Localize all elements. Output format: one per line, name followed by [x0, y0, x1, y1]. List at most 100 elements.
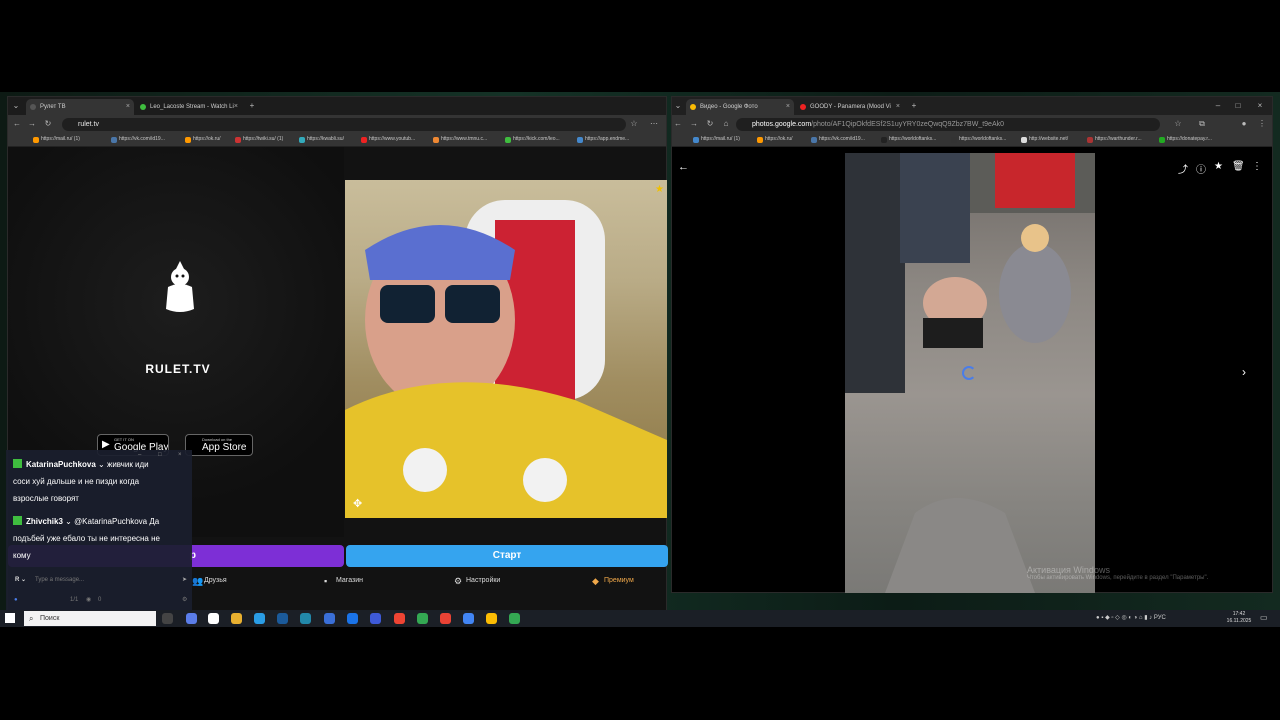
bookmark-item[interactable]: https://donatepay.r...	[1158, 134, 1228, 145]
extensions-icon[interactable]: ⧉	[1196, 118, 1208, 130]
tab-search-icon[interactable]: ⌄	[672, 100, 684, 112]
nav-friends[interactable]: 👥 Друзья	[192, 575, 227, 587]
share-icon[interactable]: ⤴	[1178, 161, 1188, 176]
nav-settings[interactable]: ⚙ Настройки	[454, 575, 500, 587]
bookmark-item[interactable]: http://website.net/	[1020, 134, 1082, 145]
send-icon[interactable]: ➤	[182, 574, 187, 586]
bookmark-item[interactable]: https://warthunder.r...	[1086, 134, 1156, 145]
move-icon[interactable]: ✥	[353, 497, 362, 510]
new-tab-icon[interactable]: +	[246, 100, 258, 112]
tab-youtube-goody[interactable]: GOODY - Panamera (Mood Vi ×	[796, 99, 904, 115]
left-tab-bar: ⌄ Рулет ТВ × Leo_Lacoste Stream - Watch …	[8, 97, 666, 115]
opera-icon[interactable]	[394, 613, 405, 624]
system-tray[interactable]: ● ▪ ◆ ▫ ◇ ◎ ◐ ◑ ⌂ ▮ ♪ РУС	[1096, 612, 1226, 625]
chrome-icon[interactable]	[509, 613, 520, 624]
back-icon[interactable]: ←	[672, 118, 684, 130]
rulet-favicon-icon	[30, 104, 36, 110]
start-button[interactable]: Старт	[346, 545, 668, 567]
chrome-icon[interactable]	[417, 613, 428, 624]
new-tab-icon[interactable]: +	[908, 100, 920, 112]
delete-icon[interactable]: 🗑	[1232, 161, 1245, 172]
tab-label: Рулет ТВ	[40, 104, 66, 110]
home-icon[interactable]: ⌂	[720, 118, 732, 130]
close-tab-icon[interactable]: ×	[786, 99, 790, 115]
terminal-icon[interactable]	[208, 613, 219, 624]
file-explorer-icon[interactable]	[231, 613, 242, 624]
photo-back-icon[interactable]: ←	[678, 161, 689, 173]
address-bar[interactable]: rulet.tv	[62, 118, 626, 131]
right-browser-window: ⌄ Видео - Google Фото × GOODY - Panamera…	[671, 96, 1273, 593]
bookmark-item[interactable]: https://vk.com/id19...	[810, 134, 876, 145]
chat-settings-gear-icon[interactable]: ⚙	[182, 594, 187, 606]
nav-shop[interactable]: ▪ Магазин	[324, 575, 363, 587]
info-icon[interactable]: ⓘ	[1196, 161, 1206, 176]
tab-rulet[interactable]: Рулет ТВ ×	[26, 99, 134, 115]
right-bookmarks-bar: https://mail.ru/ (1) https://ok.ru/ http…	[672, 133, 1272, 147]
task-view-icon[interactable]	[162, 613, 173, 624]
tab-google-photos[interactable]: Видео - Google Фото ×	[686, 99, 794, 115]
rulet-cat-logo-icon	[166, 261, 194, 312]
bookmark-item[interactable]: https://kwabli.su/	[298, 134, 358, 145]
back-icon[interactable]: ←	[11, 118, 23, 130]
chrome-icon[interactable]	[440, 613, 451, 624]
bookmark-star-icon[interactable]: ☆	[1172, 118, 1184, 130]
bookmark-item[interactable]: https://worldoftanks...	[880, 134, 948, 145]
bookmark-item[interactable]: https://vk.com/id19...	[110, 134, 182, 145]
reload-icon[interactable]: ↻	[704, 118, 716, 130]
clock[interactable]: 17:42 16.11.2025	[1224, 611, 1254, 625]
bookmark-item[interactable]: https://www.youtub...	[360, 134, 430, 145]
forward-icon[interactable]: →	[26, 118, 38, 130]
favorite-star-icon[interactable]: ★	[1214, 161, 1223, 172]
address-text: rulet.tv	[78, 121, 100, 128]
app-icon[interactable]	[347, 613, 358, 624]
window-close-icon[interactable]: ×	[1254, 100, 1266, 112]
bookmark-item[interactable]: https://twiki.su/ (1)	[234, 134, 296, 145]
bookmark-item[interactable]: https://www.tmnu.c...	[432, 134, 502, 145]
window-maximize-icon[interactable]: □	[1232, 100, 1244, 112]
close-tab-icon[interactable]: ×	[896, 99, 900, 115]
bookmark-item[interactable]: https://worldoftanks...	[950, 134, 1018, 145]
bookmark-item[interactable]: https://app.endme...	[576, 134, 648, 145]
tab-kick-stream[interactable]: Leo_Lacoste Stream - Watch Li ×	[136, 99, 242, 115]
window-minimize-icon[interactable]: –	[1212, 100, 1224, 112]
nav-premium[interactable]: ◆ Премиум	[592, 575, 634, 587]
app-store-button[interactable]: Download on the App Store	[185, 434, 253, 456]
favorite-star-icon[interactable]: ★	[655, 184, 664, 195]
bookmark-item[interactable]: https://mail.ru/ (1)	[32, 134, 106, 145]
windows-start-icon[interactable]	[5, 613, 15, 623]
address-bar[interactable]: photos.google.com/photo/AF1QipOkfdESf2S1…	[736, 118, 1160, 131]
copilot-icon[interactable]	[186, 613, 197, 624]
profile-avatar-icon[interactable]: ●	[1238, 118, 1250, 130]
right-tab-bar: ⌄ Видео - Google Фото × GOODY - Panamera…	[672, 97, 1272, 115]
reload-icon[interactable]: ↻	[42, 118, 54, 130]
forward-icon[interactable]: →	[688, 118, 700, 130]
chat-input[interactable]: R ⌄ Type a message... ➤	[13, 574, 189, 586]
google-photos-favicon-icon	[690, 104, 696, 110]
bookmark-item[interactable]: https://ok.ru/	[184, 134, 232, 145]
webcam-video: ★ ✥	[345, 180, 667, 518]
more-options-icon[interactable]: ⋮	[1252, 161, 1262, 172]
menu-icon[interactable]: ⋮	[1256, 118, 1268, 130]
close-tab-icon[interactable]: ×	[126, 99, 130, 115]
search-icon: ⌕	[29, 614, 34, 623]
app-icon[interactable]	[324, 613, 335, 624]
edge-icon[interactable]	[254, 613, 265, 624]
chrome-icon[interactable]	[463, 613, 474, 624]
taskbar-search-input[interactable]: ⌕ Поиск	[24, 611, 156, 626]
notifications-icon[interactable]: ▭	[1260, 613, 1268, 622]
close-tab-icon[interactable]: ×	[234, 99, 238, 115]
bookmark-item[interactable]: https://kick.com/leo...	[504, 134, 574, 145]
menu-icon[interactable]: ⋯	[648, 118, 660, 130]
app-icon[interactable]	[300, 613, 311, 624]
bookmark-star-icon[interactable]: ☆	[628, 118, 640, 130]
app-icon[interactable]	[370, 613, 381, 624]
next-photo-icon[interactable]: ›	[1242, 365, 1246, 379]
steam-icon[interactable]	[277, 613, 288, 624]
photo-video-frame[interactable]	[845, 153, 1095, 593]
chrome-icon[interactable]	[486, 613, 497, 624]
bookmark-item[interactable]: https://mail.ru/ (1)	[692, 134, 752, 145]
rulet-logo-text: RULET.TV	[145, 362, 211, 376]
right-toolbar: ← → ↻ ⌂ photos.google.com/photo/AF1QipOk…	[672, 115, 1272, 133]
tab-search-icon[interactable]: ⌄	[10, 100, 22, 112]
bookmark-item[interactable]: https://ok.ru/	[756, 134, 806, 145]
